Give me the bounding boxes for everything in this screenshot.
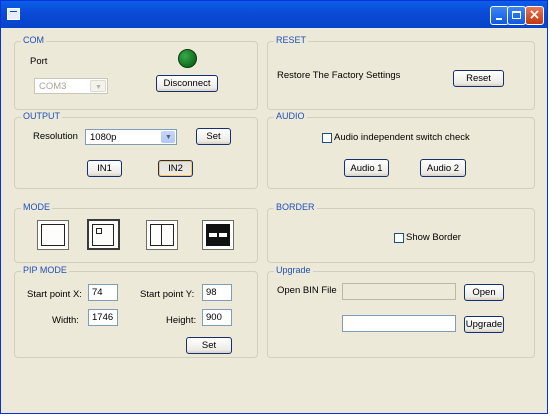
port-select[interactable]: COM3 ▼ <box>34 78 108 94</box>
width-label: Width: <box>52 315 79 326</box>
show-border-checkbox[interactable] <box>394 233 404 243</box>
pip-set-button[interactable]: Set <box>186 337 232 354</box>
pip-mode-group: PIP MODE Start point X: Start point Y: W… <box>14 265 258 358</box>
start-x-input[interactable] <box>88 284 118 301</box>
audio-group-title: AUDIO <box>274 111 307 121</box>
show-border-label: Show Border <box>406 232 461 243</box>
output-set-button[interactable]: Set <box>196 128 231 145</box>
upgrade-field[interactable] <box>342 315 456 332</box>
width-input[interactable] <box>88 309 118 326</box>
audio1-button[interactable]: Audio 1 <box>344 159 389 177</box>
client-area: COM Port COM3 ▼ Disconnect RESET Restore… <box>4 28 544 412</box>
border-group: BORDER Show Border <box>267 202 535 263</box>
upgrade-group-title: Upgrade <box>274 265 313 275</box>
resolution-select-value: 1080p <box>90 132 117 143</box>
reset-group: RESET Restore The Factory Settings Reset <box>267 35 535 110</box>
chevron-down-icon: ▼ <box>95 84 102 91</box>
com-group-title: COM <box>21 35 46 45</box>
bin-path-field <box>342 283 456 300</box>
port-select-arrow[interactable]: ▼ <box>90 80 106 92</box>
pip-mode-group-title: PIP MODE <box>21 265 69 275</box>
upgrade-button[interactable]: Upgrade <box>464 316 504 333</box>
start-x-label: Start point X: <box>27 289 82 300</box>
upgrade-group: Upgrade Open BIN File Open Upgrade <box>267 265 535 358</box>
pip-icon <box>92 224 114 246</box>
chevron-down-icon: ▼ <box>165 134 172 141</box>
audio2-button[interactable]: Audio 2 <box>420 159 466 177</box>
reset-button[interactable]: Reset <box>453 70 504 87</box>
mode-top-bottom-button[interactable] <box>202 220 234 250</box>
in1-button[interactable]: IN1 <box>87 160 122 177</box>
mode-side-by-side-button[interactable] <box>146 220 178 250</box>
factory-reset-label: Restore The Factory Settings <box>277 70 401 81</box>
resolution-select[interactable]: 1080p ▼ <box>85 129 177 145</box>
open-bin-label: Open BIN File <box>277 285 337 296</box>
top-bottom-right-pane-icon <box>219 233 227 237</box>
connection-status-led <box>178 49 197 68</box>
title-bar[interactable]: × <box>1 1 547 28</box>
side-by-side-icon <box>150 224 174 246</box>
app-icon <box>7 8 20 20</box>
start-y-input[interactable] <box>202 284 232 301</box>
audio-group: AUDIO Audio independent switch check Aud… <box>267 111 535 189</box>
close-icon: × <box>528 7 541 23</box>
resolution-select-arrow[interactable]: ▼ <box>161 131 175 143</box>
height-label: Height: <box>166 315 197 326</box>
disconnect-button[interactable]: Disconnect <box>156 75 218 92</box>
output-group: OUTPUT Resolution 1080p ▼ Set IN1 IN2 <box>14 111 258 189</box>
single-view-icon <box>41 224 65 246</box>
mode-group-title: MODE <box>21 202 52 212</box>
mode-single-button[interactable] <box>37 220 69 250</box>
height-input[interactable] <box>202 309 232 326</box>
top-bottom-left-pane-icon <box>209 233 217 237</box>
minimize-icon <box>496 18 502 20</box>
open-button[interactable]: Open <box>464 284 504 301</box>
top-bottom-icon <box>206 224 230 246</box>
start-y-label: Start point Y: <box>140 289 195 300</box>
pip-inner-icon <box>96 228 102 234</box>
close-button[interactable]: × <box>525 6 544 25</box>
maximize-icon <box>512 11 521 19</box>
reset-group-title: RESET <box>274 35 309 45</box>
mode-group: MODE <box>14 202 258 263</box>
audio-switch-label: Audio independent switch check <box>334 132 470 143</box>
mode-pip-button[interactable] <box>87 219 120 250</box>
port-select-value: COM3 <box>39 81 67 92</box>
border-group-title: BORDER <box>274 202 317 212</box>
split-divider-icon <box>161 225 162 245</box>
maximize-button[interactable] <box>507 6 526 25</box>
port-label: Port <box>30 56 48 67</box>
audio-switch-checkbox[interactable] <box>322 133 332 143</box>
main-window: × COM Port COM3 ▼ Disconnect RESET Resto… <box>0 0 548 414</box>
resolution-label: Resolution <box>33 131 78 142</box>
in2-button[interactable]: IN2 <box>158 160 193 177</box>
com-group: COM Port COM3 ▼ Disconnect <box>14 35 258 110</box>
output-group-title: OUTPUT <box>21 111 62 121</box>
